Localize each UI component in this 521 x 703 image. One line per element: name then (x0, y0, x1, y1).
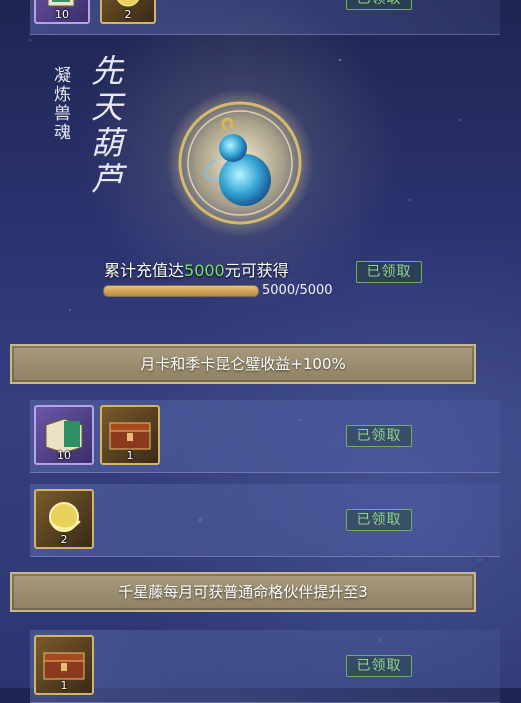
item-count: 10 (55, 8, 69, 21)
reward-row (30, 630, 500, 703)
progress-text: 5000/5000 (262, 283, 333, 298)
item-count: 1 (60, 679, 68, 692)
reward-item-gold-orb[interactable]: 2 (100, 0, 156, 24)
reward-item-chest[interactable]: 1 (34, 635, 94, 695)
reward-item-gold-orb[interactable]: 2 (34, 489, 94, 549)
condition-prefix: 累计充值达 (104, 261, 185, 280)
claimed-badge: 已领取 (346, 509, 412, 531)
banner-text: 千星藤每月可获普通命格伙伴提升至3 (118, 583, 368, 601)
reward-condition: 累计充值达5000元可获得 (104, 257, 289, 281)
progress-bar (103, 285, 259, 297)
condition-suffix: 元可获得 (224, 261, 289, 280)
reward-row (30, 484, 500, 557)
banner-text: 月卡和季卡昆仑璧收益+100% (140, 355, 346, 373)
gourd-icon (166, 89, 314, 237)
reward-name: 先天葫芦 (86, 54, 124, 198)
condition-amount: 5000 (184, 261, 225, 280)
reward-item-book[interactable]: 10 (34, 405, 94, 465)
claimed-badge: 已领取 (356, 261, 422, 283)
item-count: 1 (126, 449, 134, 462)
item-count: 10 (57, 449, 71, 462)
section-banner: 月卡和季卡昆仑璧收益+100% (10, 344, 476, 384)
item-count: 2 (60, 533, 68, 546)
reward-item-chest[interactable]: 1 (100, 405, 160, 465)
claimed-badge: 已领取 (346, 655, 412, 677)
claimed-badge: 已领取 (346, 0, 412, 10)
progress-fill (104, 286, 258, 296)
item-count: 2 (124, 8, 132, 21)
reward-item-book[interactable]: 10 (34, 0, 90, 24)
section-banner: 千星藤每月可获普通命格伙伴提升至3 (10, 572, 476, 612)
section-label: 凝炼兽魂 (50, 66, 70, 142)
claimed-badge: 已领取 (346, 425, 412, 447)
